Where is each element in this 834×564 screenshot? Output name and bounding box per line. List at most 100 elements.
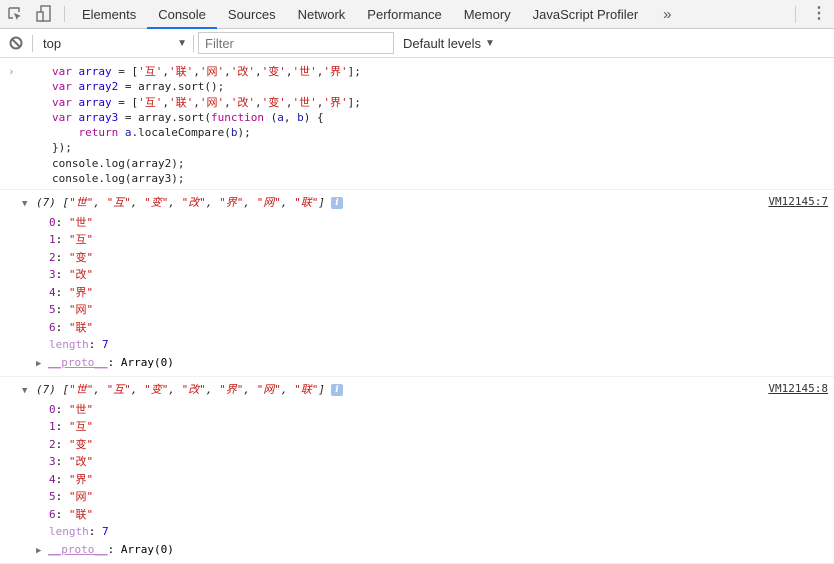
summary-item: "互" — [106, 196, 131, 210]
array-summary[interactable]: ▼ (7) ["世", "互", "变", "改", "界", "网", "联"]… — [0, 194, 834, 214]
array-property: 6: "联" — [49, 320, 94, 334]
code-token: array — [78, 95, 112, 109]
code-token: ]; — [347, 95, 361, 109]
code-token: , — [255, 65, 262, 78]
property-key: length — [49, 525, 89, 539]
inspect-element-icon — [7, 7, 21, 20]
code-token: ) { — [303, 110, 324, 124]
tab-elements[interactable]: Elements — [71, 0, 147, 28]
code-token: '联' — [169, 65, 194, 78]
summary-item: "联" — [294, 383, 319, 397]
property-value: "世" — [68, 402, 94, 416]
property-key: __proto__ — [48, 355, 108, 369]
array-count: (7) — [36, 383, 56, 397]
source-link[interactable]: VM12145:7 — [768, 193, 828, 211]
code-token: = array.sort( — [118, 110, 211, 124]
property-key: 3 — [49, 455, 56, 469]
device-toolbar-button[interactable] — [29, 0, 58, 28]
dropdown-arrow-icon: ▼ — [177, 37, 187, 49]
property-value: "互" — [68, 420, 94, 434]
property-key: 2 — [49, 250, 56, 264]
proto-property[interactable]: ▶ __proto__: Array(0) — [0, 354, 834, 374]
tab-sources[interactable]: Sources — [217, 0, 287, 28]
property-key: 5 — [49, 303, 56, 317]
summary-item: "世" — [69, 383, 94, 397]
property-key: 1 — [49, 420, 56, 434]
array-property: 4: "界" — [49, 472, 94, 486]
property-key: 0 — [49, 215, 56, 229]
info-icon[interactable]: i — [331, 197, 343, 210]
code-token: = [ — [111, 95, 139, 109]
filter-input[interactable]: Filter — [198, 32, 394, 54]
tab-javascript-profiler[interactable]: JavaScript Profiler — [522, 0, 649, 28]
context-selector[interactable]: top ▼ — [33, 29, 193, 57]
code-token: , — [193, 95, 200, 109]
property-value: "变" — [68, 250, 94, 264]
code-token: , — [162, 65, 169, 78]
code-token: '互' — [138, 65, 163, 78]
expand-triangle-icon[interactable]: ▼ — [22, 196, 36, 214]
property-value: "界" — [68, 472, 94, 486]
source-link[interactable]: VM12145:8 — [768, 380, 828, 398]
summary-item: "互" — [106, 383, 131, 397]
code-token: '世' — [292, 65, 317, 78]
inspect-element-button[interactable] — [0, 0, 29, 28]
length-property: length: 7 — [49, 525, 109, 539]
property-key: 6 — [49, 320, 56, 334]
array-count: (7) — [36, 196, 56, 210]
console-log-message: VM12145:7 ▼ (7) ["世", "互", "变", "改", "界", … — [0, 190, 834, 378]
property-value: "互" — [68, 233, 94, 247]
tab-console[interactable]: Console — [147, 0, 217, 29]
property-value: 7 — [102, 525, 109, 539]
property-value: "网" — [68, 490, 94, 504]
summary-item: "网" — [256, 196, 281, 210]
array-property: 5: "网" — [49, 303, 94, 317]
expand-triangle-icon[interactable]: ▶ — [36, 543, 48, 561]
code-line: var array3 = array.sort(function (a, b) … — [52, 110, 834, 125]
code-token: var — [52, 80, 79, 94]
code-token: ]; — [347, 65, 361, 78]
array-summary[interactable]: ▼ (7) ["世", "互", "变", "改", "界", "网", "联"]… — [0, 381, 834, 401]
code-token: '界' — [323, 95, 348, 109]
summary-item: "世" — [69, 196, 94, 210]
code-token: var — [52, 110, 79, 124]
property-value: 7 — [102, 338, 109, 352]
property-value: "联" — [68, 320, 94, 334]
expand-triangle-icon[interactable]: ▶ — [36, 356, 48, 374]
property-key: 2 — [49, 437, 56, 451]
code-token: '网' — [199, 65, 225, 78]
array-property: 3: "改" — [49, 455, 94, 469]
code-token: '变' — [261, 65, 286, 78]
property-value: Array(0) — [120, 542, 174, 556]
array-property: 3: "改" — [49, 268, 94, 282]
code-token: '界' — [323, 65, 348, 78]
tab-memory[interactable]: Memory — [453, 0, 522, 28]
code-block: var array = ['互','联','网','改','变','世','界'… — [52, 64, 834, 186]
code-token: , — [283, 110, 298, 124]
code-token: array — [78, 65, 112, 78]
property-key: 5 — [49, 490, 56, 504]
property-key: 1 — [49, 233, 56, 247]
property-value: "世" — [68, 215, 94, 229]
console-toolbar: top ▼ Filter Default levels ▼ — [0, 29, 834, 58]
info-icon[interactable]: i — [331, 384, 343, 397]
summary-item: "网" — [256, 383, 281, 397]
log-levels-dropdown[interactable]: Default levels ▼ — [403, 36, 495, 51]
code-line: console.log(array3); — [52, 171, 834, 186]
code-line: var array = ['互','联','网','改','变','世','界'… — [52, 95, 834, 110]
customize-menu-button[interactable]: ⋮ — [804, 6, 834, 22]
expand-triangle-icon[interactable]: ▼ — [22, 383, 36, 401]
property-key: __proto__ — [48, 542, 108, 556]
clear-console-button[interactable] — [0, 36, 32, 50]
code-token: .localeCompare( — [131, 126, 231, 140]
summary-item: "改" — [181, 383, 206, 397]
array-property: 4: "界" — [49, 285, 94, 299]
kebab-menu-icon: ⋮ — [811, 5, 827, 22]
code-token: , — [255, 95, 262, 109]
code-token: ); — [237, 126, 251, 140]
proto-property[interactable]: ▶ __proto__: Array(0) — [0, 541, 834, 561]
tab-performance[interactable]: Performance — [356, 0, 452, 28]
tab-network[interactable]: Network — [287, 0, 357, 28]
code-token: '联' — [169, 95, 194, 109]
more-tabs-button[interactable]: » — [649, 0, 685, 28]
